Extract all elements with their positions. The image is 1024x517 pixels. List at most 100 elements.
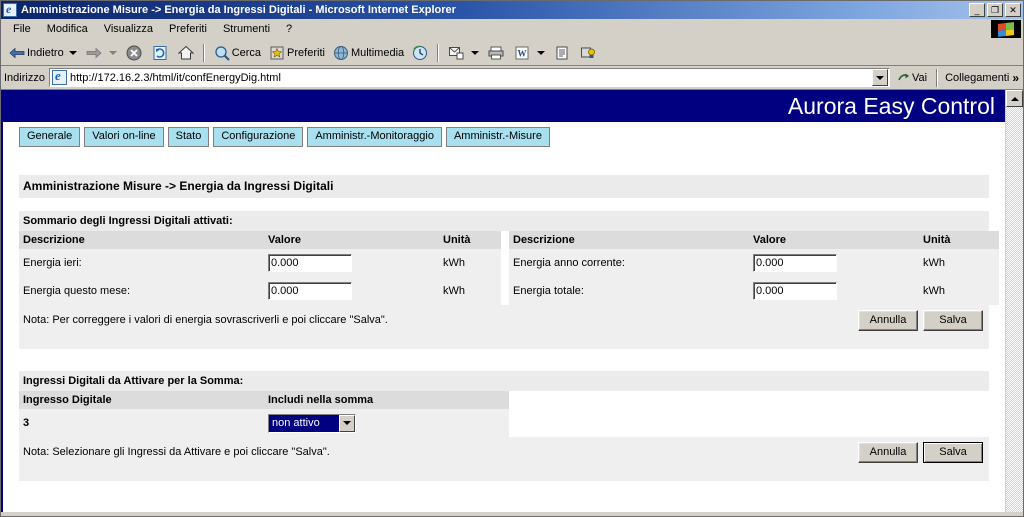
restore-button[interactable]: ❐	[987, 3, 1003, 17]
web-page: Aurora Easy Control Generale Valori on-l…	[1, 90, 1005, 512]
back-dropdown-icon[interactable]	[68, 50, 77, 55]
back-label: Indietro	[27, 46, 64, 59]
section2-note-row: Nota: Selezionare gli Ingressi da Attiva…	[19, 437, 989, 467]
chevron-up-icon	[1010, 96, 1019, 101]
window-controls: _ ❐ ✕	[969, 3, 1021, 17]
cell-energia-ieri-value	[264, 249, 439, 277]
toolbar-separator-2	[437, 43, 440, 62]
tab-amministr-misure[interactable]: Amministr.-Misure	[445, 127, 550, 147]
cancel-button-2[interactable]: Annulla	[858, 441, 918, 463]
forward-button[interactable]	[81, 42, 107, 64]
tab-valori-on-line[interactable]: Valori on-line	[84, 127, 164, 147]
page-favicon-icon	[51, 68, 67, 85]
col-descrizione-2: Descrizione	[509, 231, 749, 249]
back-button[interactable]: Indietro	[4, 42, 67, 64]
messenger-button[interactable]	[575, 42, 601, 64]
cell-energia-questo-mese-value	[264, 277, 439, 305]
home-icon	[176, 43, 196, 63]
label-energia-totale: Energia totale:	[509, 277, 749, 305]
refresh-icon	[150, 43, 170, 63]
print-button[interactable]	[483, 42, 509, 64]
go-button[interactable]: Vai	[890, 70, 933, 86]
ie-logo-icon	[3, 2, 17, 17]
col-gap	[509, 391, 999, 409]
col-valore-2: Valore	[749, 231, 919, 249]
save-button-2[interactable]: Salva	[923, 441, 983, 463]
close-button[interactable]: ✕	[1005, 3, 1021, 17]
edit-dropdown-icon[interactable]	[537, 50, 546, 55]
tab-generale[interactable]: Generale	[19, 127, 81, 147]
discuss-button[interactable]	[549, 42, 575, 64]
scrollbar-track[interactable]	[1006, 107, 1023, 512]
select-dropdown-button[interactable]	[339, 414, 355, 432]
scroll-up-button[interactable]	[1006, 90, 1023, 107]
search-label: Cerca	[231, 46, 262, 59]
col-gap	[501, 231, 509, 249]
media-globe-icon	[331, 43, 351, 63]
address-dropdown-button[interactable]	[872, 69, 889, 86]
favorites-star-icon	[267, 43, 287, 63]
favorites-button[interactable]: Preferiti	[264, 42, 328, 64]
page-banner: Aurora Easy Control	[3, 90, 1005, 122]
cell-energia-totale-value	[749, 277, 919, 305]
menu-file[interactable]: File	[5, 21, 39, 37]
input-energia-totale[interactable]	[753, 282, 837, 300]
cell-ingresso-number: 3	[19, 409, 264, 437]
minimize-button[interactable]: _	[969, 3, 985, 17]
go-arrow-icon	[896, 70, 912, 86]
tab-amministr-monitoraggio[interactable]: Amministr.-Monitoraggio	[307, 127, 442, 147]
edit-word-button[interactable]: W	[509, 42, 535, 64]
save-button-1[interactable]: Salva	[923, 309, 983, 331]
cell-includi-select: non attivo	[264, 409, 509, 437]
section2-title: Ingressi Digitali da Attivare per la Som…	[19, 371, 989, 391]
vertical-scrollbar[interactable]	[1005, 90, 1023, 512]
stop-icon	[124, 43, 144, 63]
history-clock-icon	[410, 43, 430, 63]
cell-energia-anno-corrente-value	[749, 249, 919, 277]
media-button[interactable]: Multimedia	[328, 42, 407, 64]
section2-tail	[19, 467, 989, 481]
mail-button[interactable]	[443, 42, 469, 64]
unit-energia-ieri: kWh	[439, 249, 501, 277]
chevron-down-icon	[343, 421, 351, 425]
links-label: Collegamenti	[945, 71, 1010, 84]
table-header-row: Descrizione Valore Unità Descrizione Val…	[19, 231, 999, 249]
forward-dropdown-icon[interactable]	[108, 50, 117, 55]
tab-stato[interactable]: Stato	[167, 127, 210, 147]
refresh-button[interactable]	[147, 42, 173, 64]
menu-preferiti[interactable]: Preferiti	[161, 21, 215, 37]
address-input[interactable]: http://172.16.2.3/html/it/confEnergyDig.…	[48, 68, 891, 87]
home-button[interactable]	[173, 42, 199, 64]
tab-configurazione[interactable]: Configurazione	[213, 127, 304, 147]
search-button[interactable]: Cerca	[209, 42, 264, 64]
input-energia-ieri[interactable]	[268, 254, 352, 272]
menu-help[interactable]: ?	[278, 21, 300, 37]
address-label: Indirizzo	[4, 71, 45, 84]
menu-modifica[interactable]: Modifica	[39, 21, 96, 37]
label-energia-anno-corrente: Energia anno corrente:	[509, 249, 749, 277]
input-energia-questo-mese[interactable]	[268, 282, 352, 300]
links-button[interactable]: Collegamenti »	[941, 71, 1023, 85]
row-gap	[509, 409, 999, 437]
cancel-button-1[interactable]: Annulla	[858, 309, 918, 331]
stop-button[interactable]	[121, 42, 147, 64]
address-separator	[936, 68, 939, 87]
go-label: Vai	[912, 71, 928, 84]
browser-window: Amministrazione Misure -> Energia da Ing…	[0, 0, 1024, 517]
mail-dropdown-icon[interactable]	[471, 50, 480, 55]
table-header-row: Ingresso Digitale Includi nella somma	[19, 391, 999, 409]
chevron-down-icon	[876, 75, 885, 80]
menu-visualizza[interactable]: Visualizza	[96, 21, 161, 37]
browser-viewport: Aurora Easy Control Generale Valori on-l…	[1, 90, 1023, 512]
select-includi-nella-somma[interactable]: non attivo	[268, 413, 356, 433]
section1-buttons: Annulla Salva	[858, 309, 983, 331]
row-gap	[501, 249, 509, 277]
section1-title: Sommario degli Ingressi Digitali attivat…	[19, 211, 989, 231]
row-gap	[501, 277, 509, 305]
menu-strumenti[interactable]: Strumenti	[215, 21, 278, 37]
mail-icon	[446, 43, 466, 63]
input-energia-anno-corrente[interactable]	[753, 254, 837, 272]
history-button[interactable]	[407, 42, 433, 64]
windows-logo-icon	[991, 20, 1021, 38]
col-unita-1: Unità	[439, 231, 501, 249]
